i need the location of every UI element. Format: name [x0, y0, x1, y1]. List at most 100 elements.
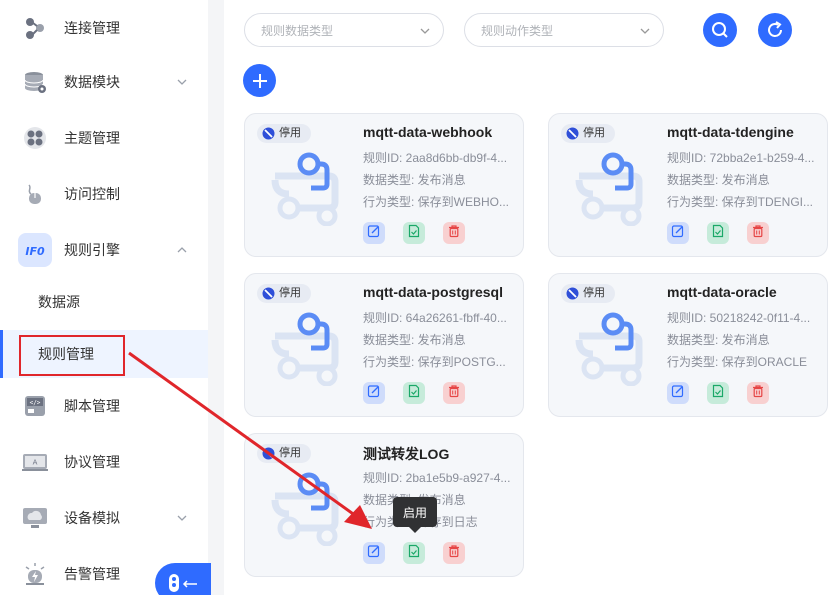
status-badge: 停用 [561, 124, 615, 143]
rule-card[interactable]: 停用 mqtt-data-oracle 规则ID: 50218242-0f11-4.… [548, 273, 828, 417]
rule-card[interactable]: 停用 mqtt-data-webhook 规则ID: 2aa8d6bb-db9f-4… [244, 113, 524, 257]
enable-button[interactable] [707, 222, 729, 244]
enable-button[interactable] [403, 222, 425, 244]
edit-button[interactable] [667, 222, 689, 244]
rule-card[interactable]: 停用 mqtt-data-postgresql 规则ID: 64a26261-fbf… [244, 273, 524, 417]
select-placeholder: 规则数据类型 [261, 23, 334, 38]
rule-card-action-type: 行为类型: 保存到日志 [363, 515, 478, 529]
sidebar-item-topic[interactable]: 主题管理 [0, 110, 208, 166]
edit-button[interactable] [363, 222, 385, 244]
disabled-icon [566, 127, 579, 140]
add-rule-button[interactable] [243, 64, 276, 97]
sidebar-item-label: 访问控制 [64, 186, 120, 202]
rule-illustration-icon [271, 472, 339, 546]
delete-icon [751, 384, 765, 403]
search-icon [712, 22, 728, 38]
rule-card-id: 规则ID: 72bba2e1-b259-4... [667, 151, 815, 165]
sidebar-item-label: 主题管理 [64, 130, 120, 146]
delete-button[interactable] [443, 222, 465, 244]
enable-icon [407, 544, 421, 563]
status-badge-label: 停用 [583, 287, 605, 299]
delete-icon [447, 384, 461, 403]
sidebar-subitem-datasource[interactable]: 数据源 [0, 278, 208, 326]
status-badge-label: 停用 [279, 127, 301, 139]
rule-card-data-type: 数据类型: 发布消息 [667, 333, 770, 347]
enable-button[interactable] [403, 542, 425, 564]
rule-card-id: 规则ID: 64a26261-fbff-40... [363, 311, 507, 325]
delete-icon [447, 224, 461, 243]
status-badge-label: 停用 [279, 287, 301, 299]
delete-button[interactable] [747, 222, 769, 244]
sidebar-item-protocol[interactable]: A 协议管理 [0, 434, 208, 490]
rule-data-type-select[interactable]: 规则数据类型 [244, 13, 444, 47]
sidebar-item-label: 规则引擎 [64, 242, 120, 258]
rule-card-id: 规则ID: 2aa8d6bb-db9f-4... [363, 151, 508, 165]
sidebar-item-rule-engine[interactable]: IF0 规则引擎 [0, 222, 208, 278]
chevron-down-icon [177, 79, 187, 85]
device-sim-icon [22, 505, 48, 531]
sidebar-item-data-module[interactable]: 数据模块 [0, 54, 208, 110]
sidebar-item-access-control[interactable]: 访问控制 [0, 166, 208, 222]
collapse-icon [169, 574, 197, 592]
chevron-down-icon [640, 28, 650, 34]
disabled-icon [262, 127, 275, 140]
access-control-icon [22, 181, 48, 207]
database-icon [22, 69, 48, 95]
rule-card-data-type: 数据类型: 发布消息 [363, 493, 466, 507]
delete-button[interactable] [443, 542, 465, 564]
sidebar-item-label: 协议管理 [64, 454, 120, 470]
tooltip-text: 启用 [402, 505, 427, 520]
status-badge: 停用 [257, 284, 311, 303]
rule-action-type-select[interactable]: 规则动作类型 [464, 13, 664, 47]
sidebar-item-script[interactable]: </> 脚本管理 [0, 378, 208, 434]
chevron-up-icon [177, 247, 187, 253]
edit-icon [671, 384, 685, 403]
search-button[interactable] [703, 13, 737, 47]
rule-card-data-type: 数据类型: 发布消息 [363, 333, 466, 347]
sidebar: 连接管理 数据模块 主题管理 访问控制 IF0 规则引擎 数据源 规则管理 </… [0, 0, 208, 595]
rule-illustration-icon [271, 152, 339, 226]
select-placeholder: 规则动作类型 [481, 23, 554, 38]
script-icon: </> [22, 393, 48, 419]
edit-icon [367, 224, 381, 243]
edit-button[interactable] [667, 382, 689, 404]
sidebar-item-device-sim[interactable]: 设备模拟 [0, 490, 208, 546]
protocol-icon: A [22, 449, 48, 475]
edit-button[interactable] [363, 542, 385, 564]
sidebar-item-connection[interactable]: 连接管理 [0, 0, 208, 56]
rule-card-title: mqtt-data-tdengine [667, 124, 794, 140]
plus-icon [252, 73, 267, 88]
sidebar-item-label: 设备模拟 [64, 510, 120, 526]
enable-tooltip: 启用 [393, 497, 437, 533]
delete-button[interactable] [443, 382, 465, 404]
chevron-down-icon [177, 515, 187, 521]
status-badge-label: 停用 [583, 127, 605, 139]
rule-card-data-type: 数据类型: 发布消息 [363, 173, 466, 187]
status-badge: 停用 [257, 124, 311, 143]
rule-card[interactable]: 停用 mqtt-data-tdengine 规则ID: 72bba2e1-b259-… [548, 113, 828, 257]
rule-card-id: 规则ID: 2ba1e5b9-a927-4... [363, 471, 511, 485]
enable-icon [711, 384, 725, 403]
refresh-icon [768, 21, 782, 37]
rule-card-action-type: 行为类型: 保存到TDENGI... [667, 195, 814, 209]
status-badge: 停用 [257, 444, 311, 463]
rule-card-id: 规则ID: 50218242-0f11-4... [667, 311, 811, 325]
rule-card-title: mqtt-data-webhook [363, 124, 493, 140]
sidebar-divider [208, 0, 224, 595]
enable-button[interactable] [403, 382, 425, 404]
edit-button[interactable] [363, 382, 385, 404]
delete-icon [447, 544, 461, 563]
delete-button[interactable] [747, 382, 769, 404]
rule-card[interactable]: 停用 测试转发LOG 规则ID: 2ba1e5b9-a927-4... 数据类型: 发… [244, 433, 524, 577]
rule-card-action-type: 行为类型: 保存到POSTG... [363, 355, 506, 369]
refresh-button[interactable] [758, 13, 792, 47]
sidebar-subitem-label: 数据源 [38, 294, 80, 310]
rule-card-title: mqtt-data-oracle [667, 284, 777, 300]
delete-icon [751, 224, 765, 243]
annotation-highlight-box [19, 335, 125, 376]
enable-button[interactable] [707, 382, 729, 404]
rule-card-title: mqtt-data-postgresql [363, 284, 503, 300]
enable-icon [407, 384, 421, 403]
collapse-sidebar-button[interactable] [155, 563, 211, 595]
disabled-icon [262, 447, 275, 460]
